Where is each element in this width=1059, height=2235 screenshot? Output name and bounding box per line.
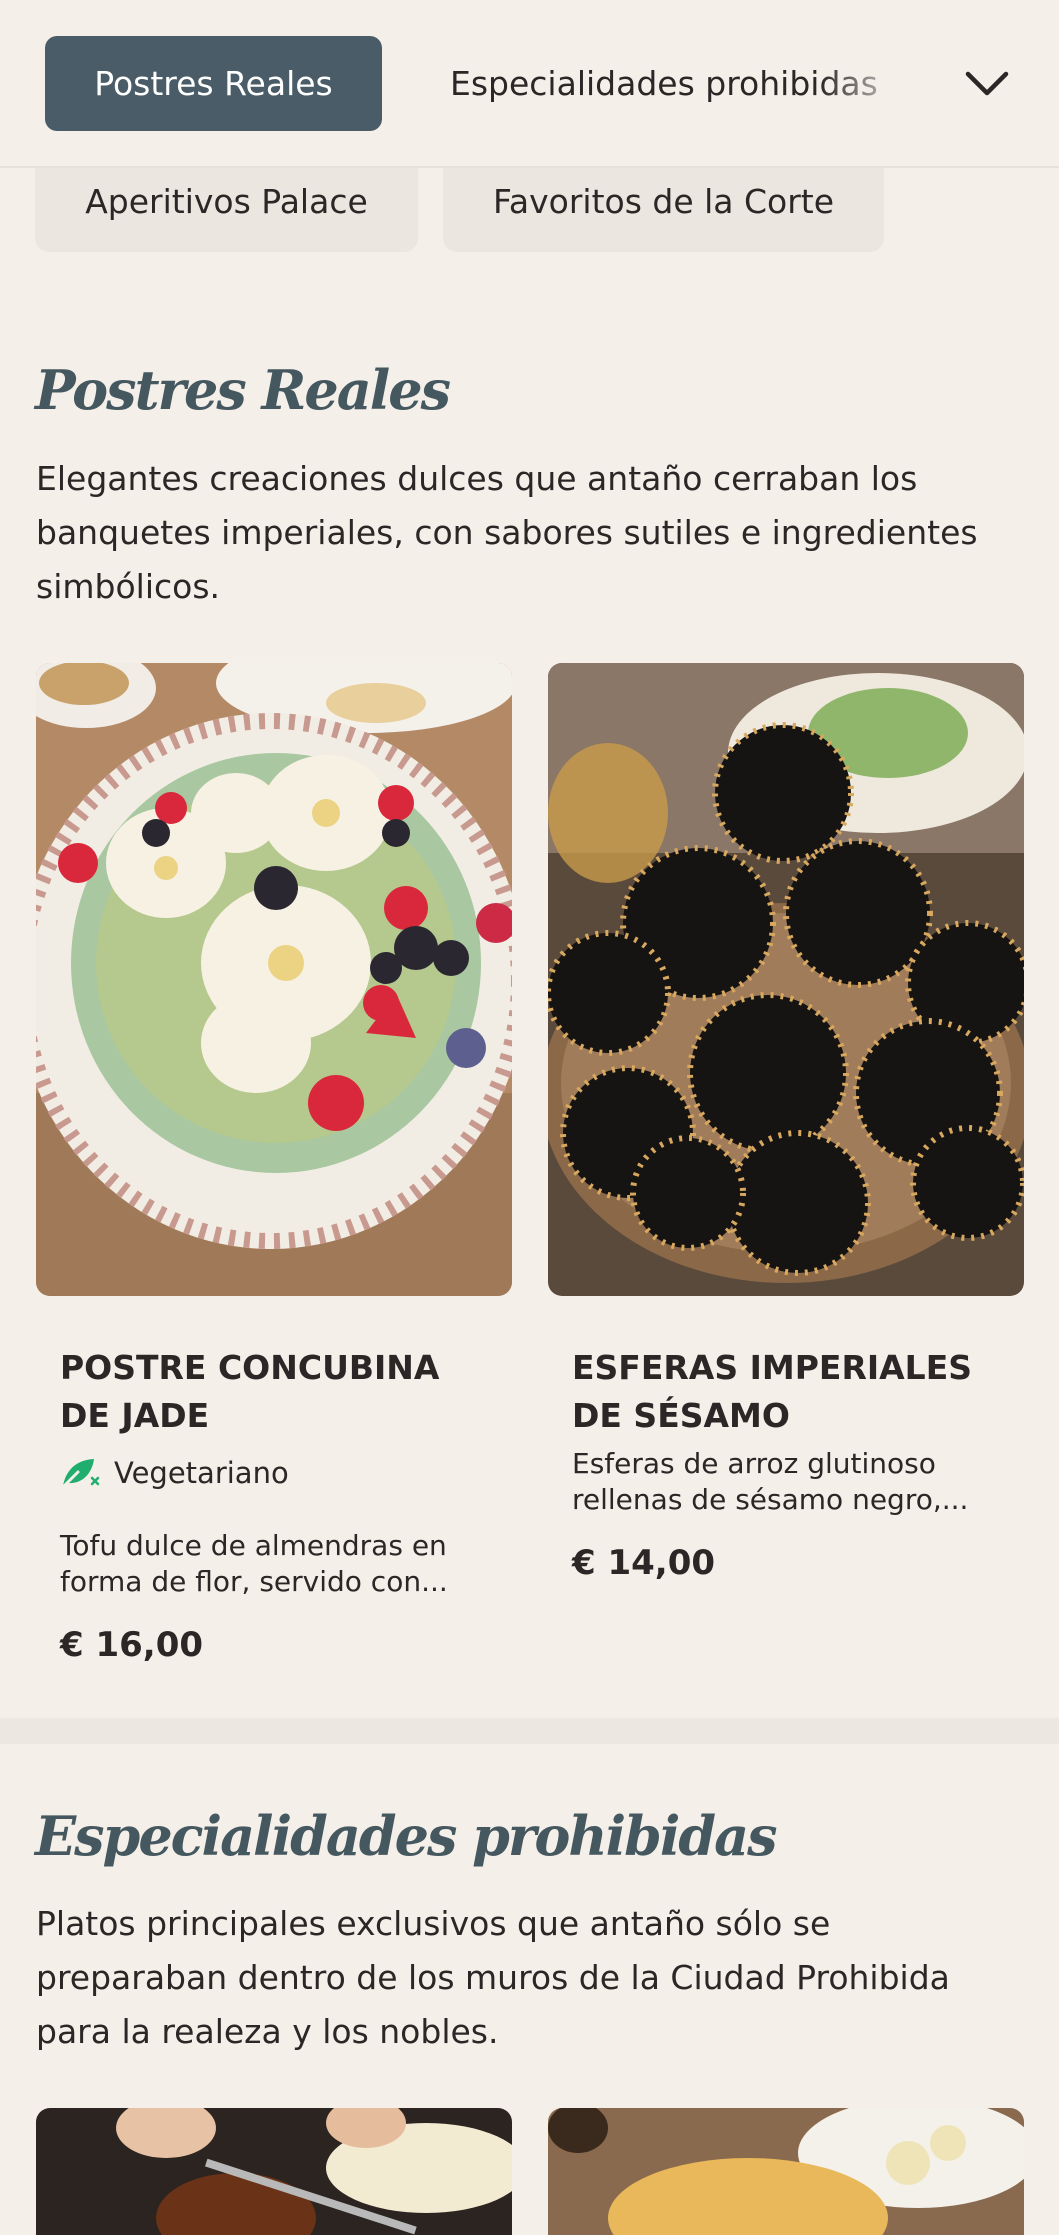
tab-label: Aperitivos Palace bbox=[85, 181, 368, 221]
dish-price: € 14,00 bbox=[572, 1543, 716, 1583]
chevron-down-icon[interactable] bbox=[955, 54, 1019, 114]
dish-photo-almond-tofu[interactable] bbox=[36, 663, 512, 1296]
tab-label: Favoritos de la Corte bbox=[492, 181, 835, 221]
vegetarian-leaf-icon bbox=[60, 1459, 100, 1490]
tag-label: Vegetariano bbox=[114, 1456, 289, 1490]
dish-photo-peking-duck[interactable] bbox=[36, 2108, 512, 2235]
dish-photo-sesame-balls[interactable] bbox=[548, 663, 1024, 1296]
dish-name[interactable]: POSTRE CONCUBINA DE JADE bbox=[60, 1344, 480, 1440]
section-title: Especialidades prohibidas bbox=[35, 1804, 778, 1868]
section-divider bbox=[0, 1718, 1059, 1744]
tab-label: Postres Reales bbox=[94, 64, 333, 103]
vegetarian-tag: Vegetariano bbox=[60, 1456, 289, 1490]
tab-overflow-fade bbox=[820, 36, 930, 131]
dish-description: Esferas de arroz glutinoso rellenas de s… bbox=[572, 1447, 969, 1516]
tab-postres-reales[interactable]: Postres Reales bbox=[45, 36, 382, 131]
section-description: Platos principales exclusivos que antaño… bbox=[36, 1904, 950, 2051]
tab-label: Especialidades prohibidas bbox=[450, 64, 878, 103]
dish-price: € 16,00 bbox=[60, 1625, 204, 1665]
dish-description: Tofu dulce de almendras en forma de flor… bbox=[60, 1529, 448, 1598]
dish-name[interactable]: ESFERAS IMPERIALES DE SÉSAMO bbox=[572, 1344, 992, 1440]
dish-photo-golden-dish[interactable] bbox=[548, 2108, 1024, 2235]
section-description: Elegantes creaciones dulces que antaño c… bbox=[36, 459, 978, 606]
section-title: Postres Reales bbox=[35, 358, 451, 422]
category-tab-bar: Postres Reales Especialidades prohibidas bbox=[0, 0, 1059, 168]
